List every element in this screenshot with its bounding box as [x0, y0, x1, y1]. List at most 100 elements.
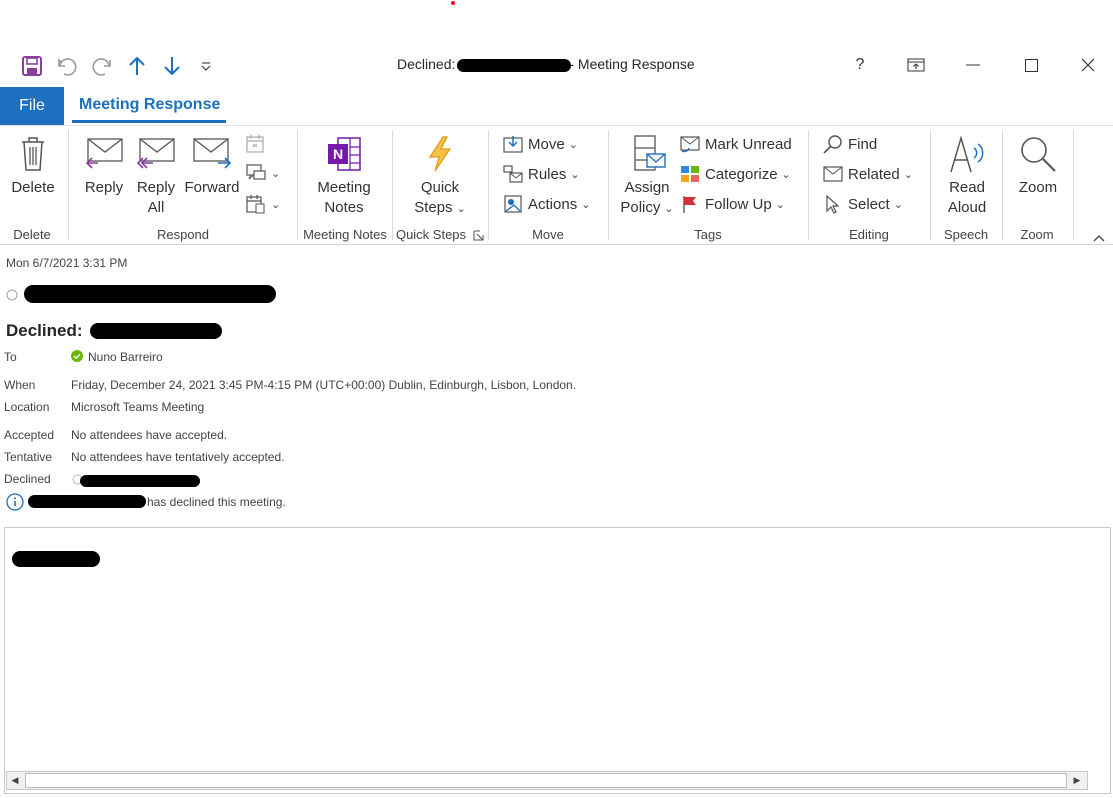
group-quick-steps-label: Quick Steps	[395, 227, 467, 242]
meeting-notes-label-1: Meeting	[317, 179, 371, 196]
reply-all-button[interactable]: Reply All	[132, 132, 180, 218]
chevron-down-icon: ⌄	[570, 168, 580, 181]
im-reply-button[interactable]: ⌄	[245, 163, 280, 183]
redacted-subject	[90, 323, 222, 339]
redacted-body-text	[12, 551, 100, 567]
forward-icon	[192, 132, 232, 176]
chevron-down-icon: ⌄	[664, 203, 674, 215]
related-label: Related	[848, 165, 900, 183]
delete-button[interactable]: Delete	[8, 132, 58, 198]
follow-up-label: Follow Up	[705, 195, 772, 213]
undo-icon[interactable]	[53, 52, 81, 80]
find-button[interactable]: Find	[822, 134, 877, 154]
forward-button[interactable]: Forward	[183, 132, 241, 198]
meeting-icon[interactable]	[245, 134, 267, 159]
categorize-icon	[681, 166, 699, 182]
scroll-left-icon[interactable]: ◀	[7, 772, 23, 789]
mark-unread-button[interactable]: Mark Unread	[679, 134, 792, 154]
location-label: Location	[4, 400, 50, 414]
accepted-label: Accepted	[4, 428, 55, 442]
previous-item-icon[interactable]	[124, 52, 150, 80]
message-subject: Declined:	[6, 321, 83, 341]
more-respond-button[interactable]: ⌄	[245, 193, 280, 215]
quick-steps-label-1: Quick	[420, 179, 460, 196]
maximize-button[interactable]	[1009, 52, 1053, 78]
close-button[interactable]	[1066, 52, 1110, 78]
group-editing-label: Editing	[849, 227, 889, 242]
chevron-down-icon: ⌄	[893, 198, 903, 211]
actions-button[interactable]: Actions ⌄	[502, 194, 590, 214]
reply-button[interactable]: Reply	[80, 132, 128, 198]
find-label: Find	[848, 135, 878, 153]
info-text: has declined this meeting.	[147, 495, 286, 509]
read-aloud-button[interactable]: Read Aloud	[940, 132, 994, 218]
redacted-declined-attendee	[80, 475, 200, 487]
separator	[1073, 130, 1074, 240]
ribbon-display-options-button[interactable]	[894, 52, 938, 78]
rules-icon	[503, 165, 523, 183]
related-icon	[823, 166, 843, 182]
chevron-down-icon: ⌄	[568, 138, 578, 151]
redacted-sender	[24, 285, 276, 303]
mark-unread-label: Mark Unread	[705, 135, 792, 153]
chevron-down-icon: ⌄	[775, 198, 785, 211]
customize-qat-icon[interactable]	[196, 52, 216, 80]
separator	[608, 130, 609, 240]
delete-label: Delete	[11, 179, 55, 196]
accepted-value: No attendees have accepted.	[71, 428, 228, 442]
message-date: Mon 6/7/2021 3:31 PM	[6, 256, 128, 270]
read-aloud-label-2: Aloud	[947, 199, 987, 216]
message-body[interactable]	[4, 527, 1111, 794]
read-aloud-icon	[947, 132, 987, 176]
horizontal-scrollbar[interactable]: ◀ ▶	[6, 771, 1088, 790]
select-button[interactable]: Select ⌄	[822, 194, 903, 214]
svg-text:N: N	[333, 146, 343, 162]
categorize-button[interactable]: Categorize ⌄	[679, 164, 791, 184]
chevron-down-icon: ⌄	[781, 168, 791, 181]
categorize-label: Categorize	[705, 165, 778, 183]
to-recipient[interactable]: Nuno Barreiro	[88, 350, 163, 364]
assign-policy-button[interactable]: Assign Policy ⌄	[618, 132, 676, 219]
group-speech-label: Speech	[943, 227, 989, 242]
assign-policy-label-2: Policy	[620, 199, 661, 216]
rules-button[interactable]: Rules ⌄	[502, 164, 580, 184]
separator	[808, 130, 809, 240]
scroll-right-icon[interactable]: ▶	[1069, 772, 1085, 789]
scrollbar-thumb[interactable]	[25, 773, 1067, 788]
onenote-icon: N	[324, 132, 364, 176]
redacted-title	[457, 59, 571, 72]
tab-meeting-response[interactable]: Meeting Response	[79, 96, 220, 114]
minimize-button[interactable]	[951, 52, 995, 78]
separator	[68, 130, 69, 240]
ribbon-border	[0, 125, 1113, 126]
meeting-notes-button[interactable]: N Meeting Notes	[312, 132, 376, 218]
move-button[interactable]: Move ⌄	[502, 134, 578, 154]
tab-file[interactable]: File	[0, 87, 64, 125]
move-label: Move	[528, 135, 565, 153]
actions-icon	[504, 195, 522, 213]
separator	[488, 130, 489, 240]
calendar-more-icon	[246, 195, 265, 214]
help-button[interactable]: ?	[838, 52, 882, 78]
subject-prefix: Declined:	[6, 321, 83, 340]
follow-up-button[interactable]: Follow Up ⌄	[679, 194, 785, 214]
quick-steps-button[interactable]: Quick Steps ⌄	[406, 132, 474, 219]
zoom-button[interactable]: Zoom	[1010, 132, 1066, 198]
when-label: When	[4, 378, 36, 392]
magnifier-icon	[1018, 132, 1058, 176]
redo-icon[interactable]	[88, 52, 116, 80]
separator	[297, 130, 298, 240]
lightning-icon	[425, 132, 455, 176]
group-respond-label: Respond	[156, 227, 210, 242]
ribbon-divider	[0, 244, 1113, 245]
separator	[392, 130, 393, 240]
separator	[1002, 130, 1003, 240]
next-item-icon[interactable]	[159, 52, 185, 80]
related-button[interactable]: Related ⌄	[822, 164, 913, 184]
chevron-down-icon: ⌄	[903, 168, 913, 181]
chevron-down-icon: ⌄	[271, 167, 281, 180]
quick-steps-label-2: Steps	[414, 199, 453, 216]
to-label: To	[4, 350, 17, 364]
actions-label: Actions	[528, 195, 578, 213]
save-icon[interactable]	[18, 52, 46, 80]
